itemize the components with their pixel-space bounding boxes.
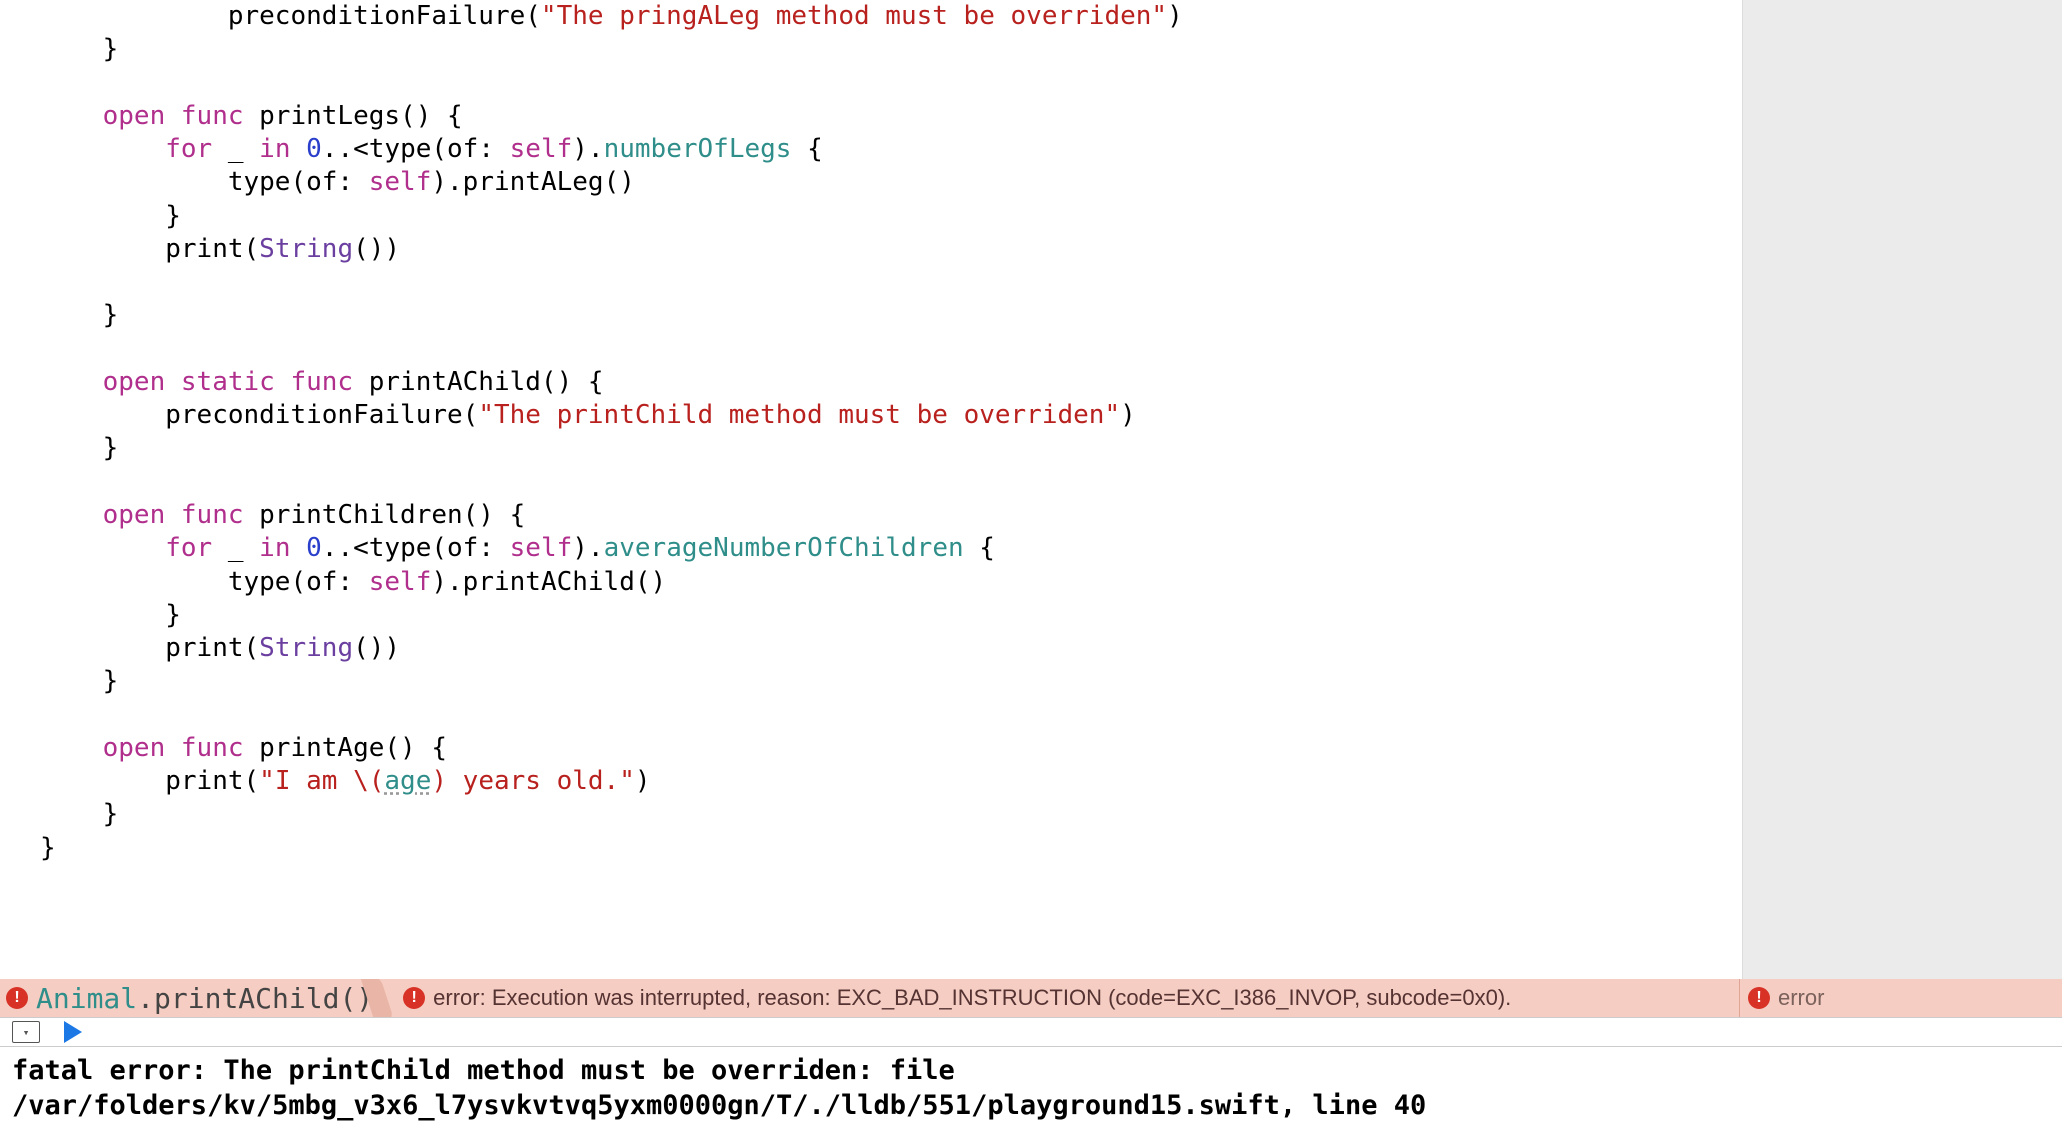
error-annotation-bar[interactable]: ! Animal.printAChild() ! error: Executio… <box>0 979 2062 1017</box>
toggle-debug-panel-button[interactable]: ▾ <box>12 1021 40 1043</box>
error-message-pill[interactable]: ! error: Execution was interrupted, reas… <box>381 979 1519 1017</box>
error-label: error <box>1778 985 1824 1011</box>
console-output[interactable]: fatal error: The printChild method must … <box>0 1047 2062 1147</box>
error-icon: ! <box>1748 987 1770 1009</box>
console-line: fatal error: The printChild method must … <box>12 1055 1426 1121</box>
run-button[interactable] <box>64 1021 82 1043</box>
error-icon: ! <box>403 987 425 1009</box>
editor-area: preconditionFailure("The pringALeg metho… <box>0 0 2062 979</box>
error-location-pill[interactable]: ! Animal.printAChild() <box>0 979 381 1017</box>
error-location: Animal.printAChild() <box>36 982 373 1015</box>
code-editor[interactable]: preconditionFailure("The pringALeg metho… <box>0 0 1742 979</box>
results-sidebar <box>1742 0 2062 979</box>
error-sidebar-indicator[interactable]: ! error <box>1739 979 2062 1017</box>
pill-separator <box>377 979 397 1017</box>
error-message: error: Execution was interrupted, reason… <box>433 985 1511 1011</box>
error-icon: ! <box>6 987 28 1009</box>
debug-toolbar: ▾ <box>0 1017 2062 1047</box>
